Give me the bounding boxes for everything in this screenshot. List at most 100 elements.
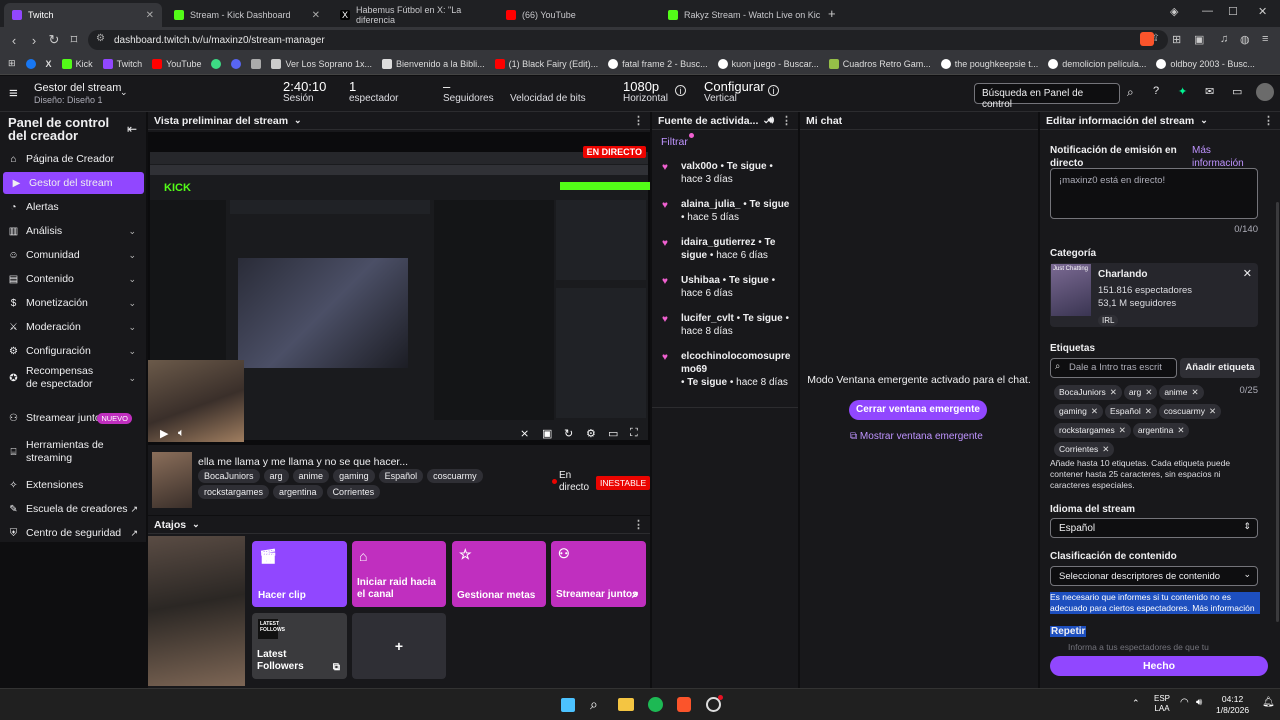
bookmark-x[interactable]: X [41,59,57,69]
sidebar-item-7[interactable]: $ Monetización ⌄ [0,292,146,314]
bookmark-icon[interactable]: ⌑ [64,32,84,48]
spotify-icon[interactable] [648,697,663,712]
avatar[interactable] [1256,83,1274,101]
file-explorer-icon[interactable] [618,698,634,711]
sidebar-item-11[interactable]: ⚇ Streamear juntos NUEVO [0,404,146,432]
brave-icon[interactable] [677,697,691,712]
sidebar-item-5[interactable]: ☺ Comunidad ⌄ [0,244,146,266]
edit-tag[interactable]: gaming ✕ [1054,404,1104,419]
search-icon[interactable]: ⌕ [590,696,598,713]
add-tag-button[interactable]: Añadir etiqueta [1180,358,1260,378]
remove-tag-icon[interactable]: ✕ [1091,406,1098,416]
play-icon[interactable]: ▶ [160,427,168,440]
back-icon[interactable]: ‹ [4,33,24,48]
url-field[interactable]: ⚙ dashboard.twitch.tv/u/maxinz0/stream-m… [88,30,1168,50]
stream-tag[interactable]: coscuarmy [427,469,483,483]
activity-item[interactable]: ♥ Ushibaa • Te sigue • hace 6 días [662,274,794,300]
bookmark-folder[interactable] [246,58,266,69]
stream-tag[interactable]: arg [263,469,289,483]
bookmark-youtube[interactable]: YouTube [147,58,206,69]
more-options-icon[interactable]: ⋮ [1263,114,1274,127]
stream-tag[interactable]: BocaJuniors [198,469,260,483]
minimize-icon[interactable]: — [1202,5,1213,17]
activity-item[interactable]: ♥ lucifer_cvlt • Te sigue • hace 8 días [662,312,794,338]
browser-tab-kick-rakyz[interactable]: Rakyz Stream - Watch Live on Kic [660,3,830,27]
picture-in-picture-icon[interactable]: ▣ [542,427,552,440]
help-icon[interactable]: ? [1153,85,1159,97]
show-popout-link[interactable]: ⧉ Mostrar ventana emergente [850,431,983,442]
edit-tag[interactable]: rockstargames ✕ [1054,423,1131,438]
remove-tag-icon[interactable]: ✕ [1209,406,1216,416]
edit-tag[interactable]: Corrientes ✕ [1054,442,1115,457]
sidebar-item-3[interactable]: ◔ Alertas [0,196,146,218]
notification-textarea[interactable]: ¡maxinz0 está en directo! [1050,168,1258,219]
activity-item[interactable]: ♥ idaira_gutierrez • Te sigue • hace 6 dí… [662,236,794,262]
browser-tab-youtube[interactable]: (66) YouTube [498,3,660,27]
edit-tag[interactable]: BocaJuniors ✕ [1054,385,1122,400]
more-options-icon[interactable]: ⋮ [781,114,792,127]
volume-icon[interactable]: 🔊︎ [1196,697,1202,708]
stream-tag[interactable]: anime [292,469,330,483]
chevron-down-icon[interactable]: ⌄ [192,519,200,530]
sidebar-item-12[interactable]: ⌸ Herramientas de streaming [0,438,146,466]
category-card[interactable]: Just Chatting Charlando 151.816 espectad… [1050,263,1258,327]
whispers-icon[interactable]: ▭ [1232,85,1242,98]
dashboard-search-input[interactable]: Búsqueda en Panel de control [974,83,1120,110]
wifi-icon[interactable]: ◠ [1180,697,1189,708]
edit-tag[interactable]: coscuarmy ✕ [1158,404,1222,419]
stream-tag[interactable]: gaming [333,469,375,483]
bookmark-poughkeepsie[interactable]: the poughkeepsie t... [936,58,1044,69]
close-tab-icon[interactable]: ✕ [146,10,154,21]
remove-category-icon[interactable]: ✕ [1243,267,1252,280]
edit-tag[interactable]: argentina ✕ [1132,423,1190,438]
chevron-down-icon[interactable]: ⌄ [294,115,302,126]
activity-item[interactable]: ♥ alaina_julia_ • Te sigue • hace 5 días [662,198,794,224]
apps-icon[interactable]: ⊞ [0,58,21,69]
new-tab-icon[interactable]: + [828,6,836,21]
sidebar-item-10[interactable]: ✪ Recompensas de espectador ⌄ [0,364,146,392]
stream-together-button[interactable]: ⚇ Streamear juntos ↗ [551,541,646,607]
done-button[interactable]: Hecho [1050,656,1268,676]
sidebar-item-8[interactable]: ⚔ Moderación ⌄ [0,316,146,338]
bookmark-kick[interactable]: Kick [57,58,98,69]
close-tab-icon[interactable]: ✕ [312,10,320,21]
extension-icon[interactable]: ⊞ [1172,33,1181,46]
layout-selector[interactable]: Gestor del stream Diseño: Diseño 1 ⌄ [34,82,128,106]
vpn-icon[interactable]: ◍ [1240,33,1250,46]
info-icon[interactable]: i [675,85,686,96]
make-clip-button[interactable]: 🎬︎ Hacer clip [252,541,347,607]
language-select[interactable]: Español ⇕ [1050,518,1258,538]
tray-arrow-icon[interactable]: ⌃ [1132,698,1140,709]
tags-input[interactable]: ⌕ Dale a Intro tras escrit [1050,358,1177,378]
remove-tag-icon[interactable]: ✕ [1145,406,1152,416]
mute-icon[interactable]: 🔈︎ [178,427,185,440]
windows-start-icon[interactable] [561,698,575,712]
theatre-icon[interactable]: ▭ [608,427,618,440]
menu-icon[interactable]: ≡ [1262,33,1268,45]
notifications-icon[interactable]: 🔔︎ [1262,697,1275,708]
remove-tag-icon[interactable]: ✕ [1110,387,1117,397]
vertical-config-stat[interactable]: Configurar Vertical i [704,80,779,105]
scrollbar[interactable] [1276,202,1279,622]
sidebar-item-6[interactable]: ▤ Contenido ⌄ [0,268,146,290]
stream-tag[interactable]: rockstargames [198,485,270,499]
stream-video[interactable]: KICK EN DIRECTO ▶ 🔈︎ ⨯ ▣ ↻ ⚙ ▭ ⛶ [148,132,650,445]
refresh-icon[interactable]: ↻ [564,427,573,440]
start-raid-button[interactable]: ⌂ Iniciar raid hacia el canal [352,541,446,607]
chevron-down-icon[interactable]: ⌄ [1200,115,1208,126]
bookmark-black-fairy[interactable]: (1) Black Fairy (Edit)... [490,58,604,69]
remove-tag-icon[interactable]: ✕ [1145,387,1152,397]
bookmark-facebook[interactable] [21,58,41,69]
manage-goals-button[interactable]: ☆ Gestionar metas [452,541,546,607]
more-info-link[interactable]: Más información [1192,144,1262,170]
mute-video-icon[interactable]: ⨯ [520,427,529,440]
browser-tab-kick[interactable]: Stream - Kick Dashboard ✕ [166,3,328,27]
maximize-icon[interactable]: ☐ [1228,5,1238,18]
bookmark-kuon[interactable]: kuon juego - Buscar... [713,58,824,69]
add-shortcut-button[interactable]: + [352,613,446,679]
settings-icon[interactable]: ⚙ [586,427,596,440]
extensions-icon[interactable]: ◈ [1170,5,1178,18]
clock[interactable]: 04:12 1/8/2026 [1216,694,1249,716]
sidebar-toggle-icon[interactable]: ▣ [1194,33,1204,46]
sidebar-item-4[interactable]: ▥ Análisis ⌄ [0,220,146,242]
